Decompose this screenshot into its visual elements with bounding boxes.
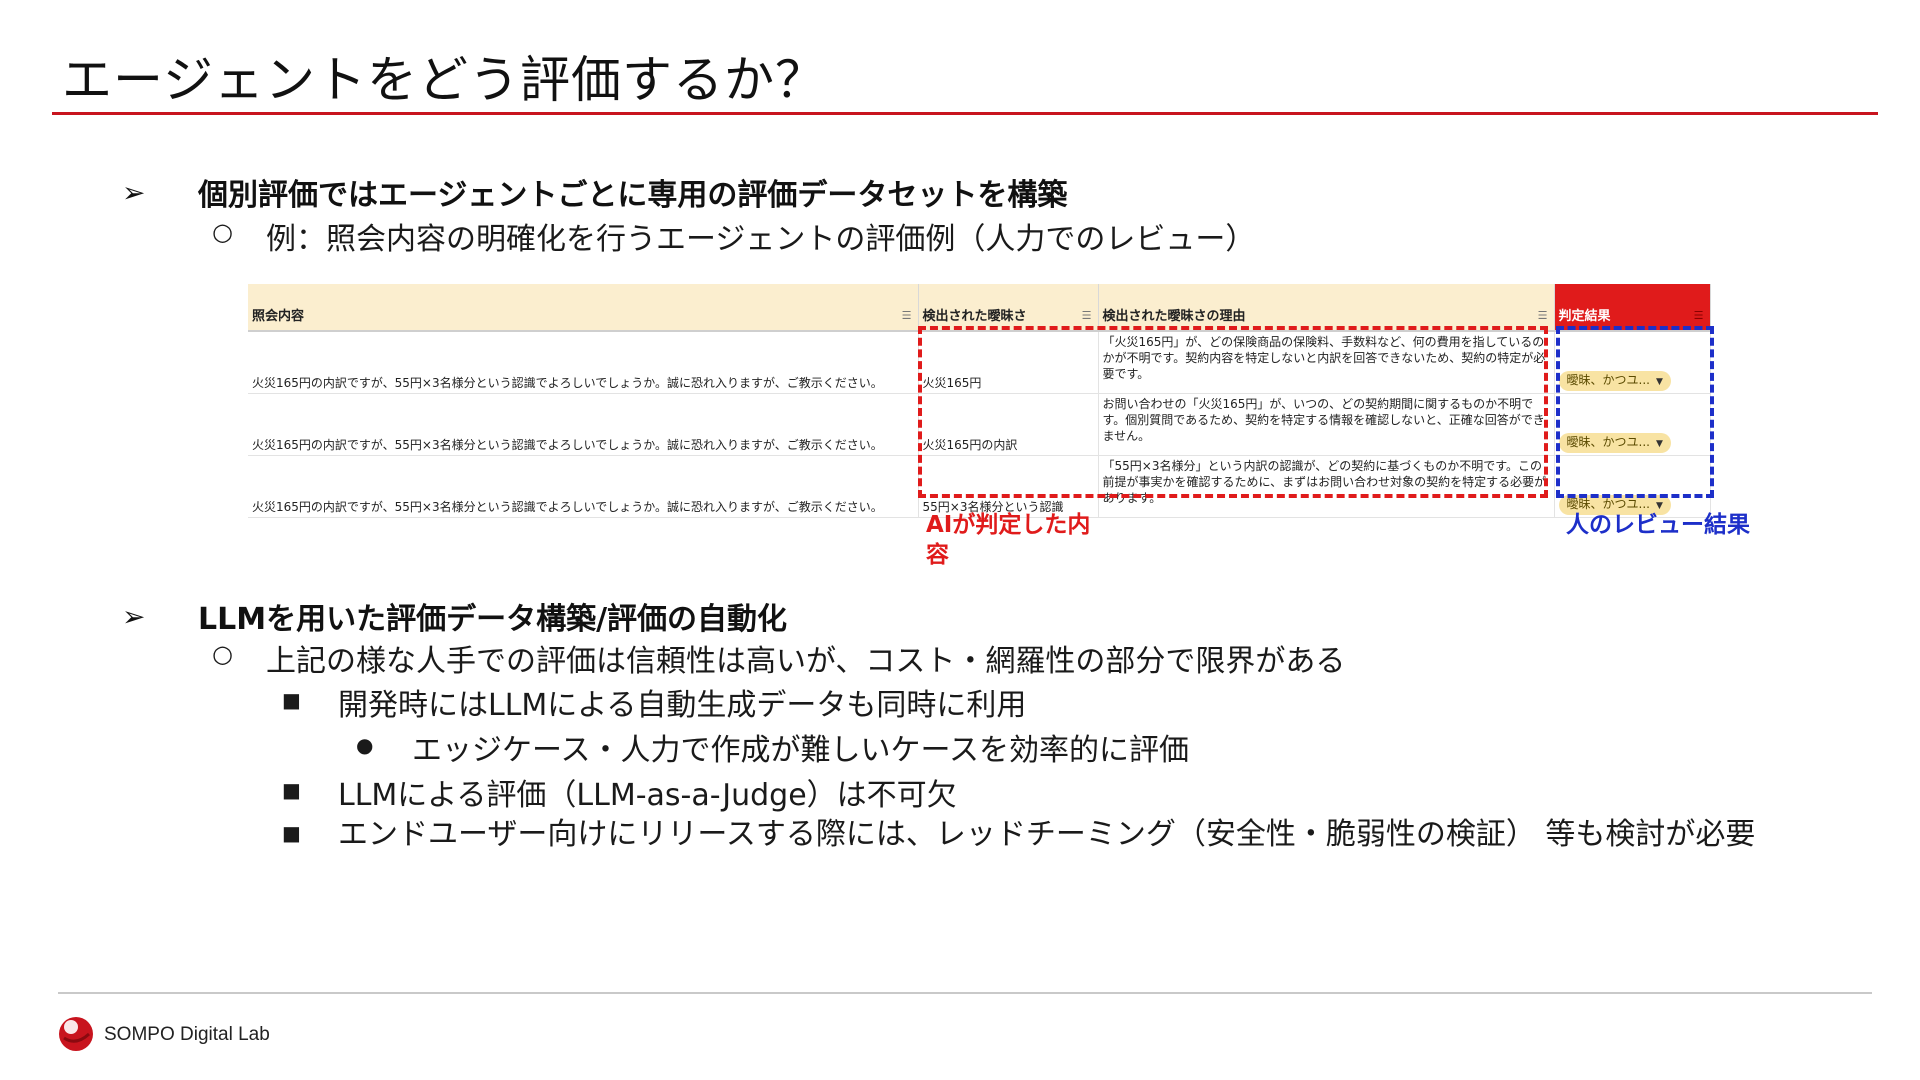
list-item-text: エッジケース・人力で作成が難しいケースを効率的に評価 <box>412 733 1189 768</box>
column-header-ambiguity[interactable]: 検出された曖昧さ ☰ <box>918 284 1099 332</box>
column-header-query[interactable]: 照会内容 ☰ <box>248 284 919 332</box>
ai-judgement-label: AIが判定した内容 <box>926 512 1091 568</box>
human-review-label: 人のレビュー結果 <box>1566 512 1750 538</box>
list-item: ● エッジケース・人力で作成が難しいケースを効率的に評価 <box>356 725 1189 769</box>
dot-bullet-icon: ● <box>356 733 374 757</box>
list-item: ■ エンドユーザー向けにリリースする際には、レッドチーミング（安全性・脆弱性の検… <box>282 813 1758 857</box>
list-item-text: 開発時にはLLMによる自動生成データも同時に利用 <box>338 688 1027 723</box>
query-cell[interactable]: 火災165円の内訳ですが、55円×3名様分という認識でよろしいでしょうか。誠に恐… <box>248 393 919 456</box>
section1-subbullet: ○ 例：照会内容の明確化を行うエージェントの評価例（人力でのレビュー） <box>212 214 1255 258</box>
footer-divider <box>58 992 1872 994</box>
list-item-text: エンドユーザー向けにリリースする際には、レッドチーミング（安全性・脆弱性の検証）… <box>338 817 1756 852</box>
ai-judgement-highlight <box>918 326 1548 498</box>
circle-bullet-icon: ○ <box>212 218 233 246</box>
list-item: ■ 開発時にはLLMによる自動生成データも同時に利用 <box>282 680 1026 724</box>
brand-name: SOMPO Digital Lab <box>104 1024 270 1045</box>
section1-heading: 個別評価ではエージェントごとに専用の評価データセットを構築 <box>198 178 1068 213</box>
query-cell[interactable]: 火災165円の内訳ですが、55円×3名様分という認識でよろしいでしょうか。誠に恐… <box>248 331 919 394</box>
section2-heading: LLMを用いた評価データ構築/評価の自動化 <box>198 602 788 637</box>
list-item: ○ 上記の様な人手での評価は信頼性は高いが、コスト・網羅性の部分で限界がある <box>212 636 1345 680</box>
filter-icon[interactable]: ☰ <box>1538 309 1548 322</box>
filter-icon[interactable]: ☰ <box>1082 309 1092 322</box>
section1-bullet: ➢ 個別評価ではエージェントごとに専用の評価データセットを構築 <box>122 170 1067 214</box>
square-bullet-icon: ■ <box>282 688 301 712</box>
list-item-text: 上記の様な人手での評価は信頼性は高いが、コスト・網羅性の部分で限界がある <box>266 644 1346 679</box>
list-item-text: LLMによる評価（LLM-as-a-Judge）は不可欠 <box>338 778 957 813</box>
square-bullet-icon: ■ <box>282 821 301 845</box>
circle-bullet-icon: ○ <box>212 640 233 668</box>
section2-bullet: ➢ LLMを用いた評価データ構築/評価の自動化 <box>122 594 787 638</box>
section1-subtext: 例：照会内容の明確化を行うエージェントの評価例（人力でのレビュー） <box>266 222 1256 257</box>
title-divider <box>52 112 1878 115</box>
filter-icon[interactable]: ☰ <box>902 309 912 322</box>
sompo-logo-icon <box>59 1017 93 1051</box>
table-header-row: 照会内容 ☰ 検出された曖昧さ ☰ 検出された曖昧さの理由 ☰ 判定結果 ☰ <box>248 284 1711 332</box>
arrow-bullet-icon: ➢ <box>122 175 146 209</box>
filter-icon[interactable]: ☰ <box>1694 309 1704 322</box>
column-header-result[interactable]: 判定結果 ☰ <box>1554 284 1711 332</box>
square-bullet-icon: ■ <box>282 778 301 802</box>
query-cell[interactable]: 火災165円の内訳ですが、55円×3名様分という認識でよろしいでしょうか。誠に恐… <box>248 455 919 518</box>
slide-title: エージェントをどう評価するか？ <box>62 51 826 109</box>
column-header-reason[interactable]: 検出された曖昧さの理由 ☰ <box>1098 284 1555 332</box>
list-item: ■ LLMによる評価（LLM-as-a-Judge）は不可欠 <box>282 770 957 814</box>
arrow-bullet-icon: ➢ <box>122 599 146 633</box>
human-review-highlight <box>1556 326 1714 498</box>
